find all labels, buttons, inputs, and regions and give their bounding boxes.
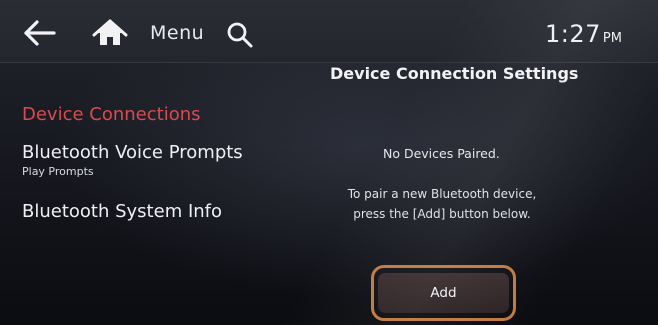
pairing-instructions: To pair a new Bluetooth device, press th… xyxy=(324,184,560,224)
clock-time: 1:27 xyxy=(545,20,601,48)
clock: 1:27 PM xyxy=(545,20,622,48)
home-icon xyxy=(92,19,128,45)
list-item-label: Bluetooth Voice Prompts xyxy=(22,142,243,163)
page-title: Device Connection Settings xyxy=(330,64,579,83)
menu-button[interactable]: Menu xyxy=(150,22,204,44)
clock-ampm: PM xyxy=(602,31,622,46)
home-button[interactable] xyxy=(92,17,128,49)
infotainment-screen: Menu 1:27 PM Device Connection Settings D… xyxy=(0,0,658,325)
back-button[interactable] xyxy=(22,17,62,49)
search-icon xyxy=(227,22,253,48)
search-button[interactable] xyxy=(224,20,256,52)
add-button[interactable]: Add xyxy=(378,273,509,313)
list-item-device-connections[interactable]: Device Connections xyxy=(22,104,201,125)
back-arrow-icon xyxy=(24,20,56,46)
list-item-bluetooth-voice-prompts[interactable]: Bluetooth Voice Prompts Play Prompts xyxy=(22,142,243,178)
list-item-bluetooth-system-info[interactable]: Bluetooth System Info xyxy=(22,201,222,222)
list-item-sublabel: Play Prompts xyxy=(22,165,94,178)
instruction-line-1: To pair a new Bluetooth device, xyxy=(347,187,537,201)
top-bar: Menu 1:27 PM xyxy=(0,0,658,63)
paired-status-text: No Devices Paired. xyxy=(383,146,500,161)
instruction-line-2: press the [Add] button below. xyxy=(353,207,531,221)
